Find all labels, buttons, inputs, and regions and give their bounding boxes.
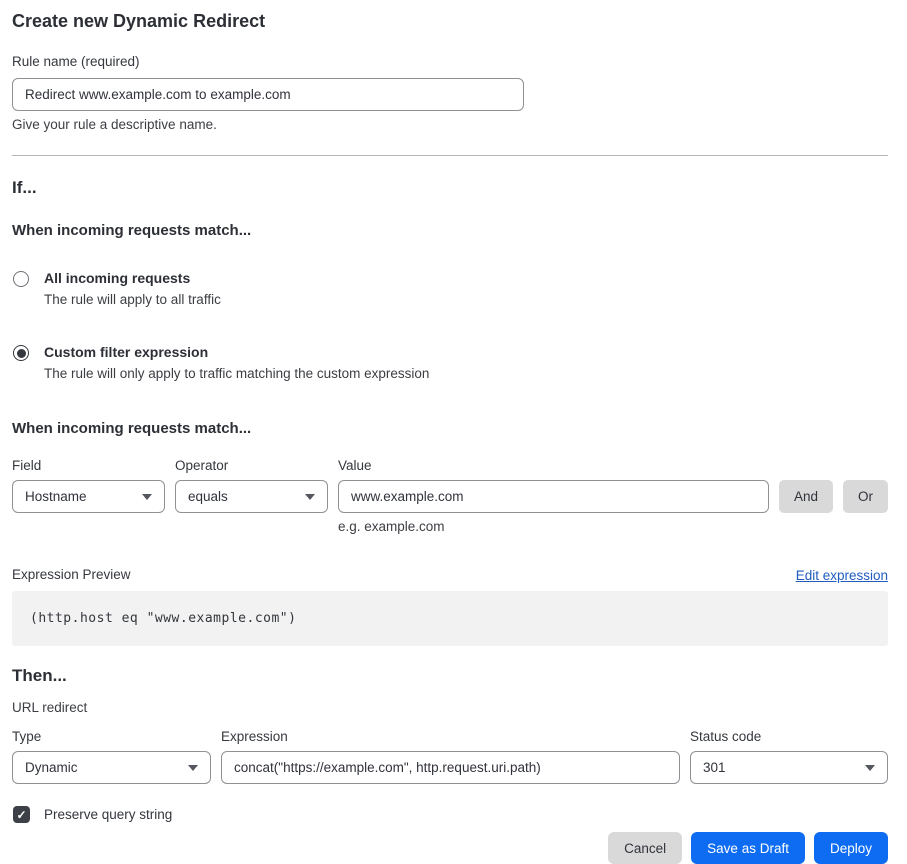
value-label: Value — [338, 458, 769, 474]
radio-option-custom-filter[interactable]: Custom filter expression The rule will o… — [13, 344, 888, 382]
operator-select[interactable]: equals — [175, 480, 328, 513]
field-select-value: Hostname — [25, 489, 87, 504]
caret-down-icon — [188, 765, 198, 771]
preserve-query-label: Preserve query string — [44, 807, 172, 822]
expression-preview-header: Expression Preview Edit expression — [12, 567, 888, 583]
field-select[interactable]: Hostname — [12, 480, 165, 513]
redirect-expression-label: Expression — [221, 729, 680, 745]
section-divider — [12, 155, 888, 156]
rule-name-label: Rule name (required) — [12, 54, 888, 70]
type-label: Type — [12, 729, 211, 745]
field-label: Field — [12, 458, 165, 474]
caret-down-icon — [865, 765, 875, 771]
or-button[interactable]: Or — [843, 480, 888, 513]
expression-preview-label: Expression Preview — [12, 567, 131, 583]
page-title: Create new Dynamic Redirect — [12, 10, 888, 32]
edit-expression-link[interactable]: Edit expression — [796, 568, 888, 583]
and-button[interactable]: And — [779, 480, 833, 513]
radio-icon[interactable] — [13, 345, 29, 361]
then-heading: Then... — [12, 665, 888, 686]
radio-icon[interactable] — [13, 271, 29, 287]
redirect-builder-row: Type Dynamic Expression Status code 301 — [12, 729, 888, 784]
deploy-button[interactable]: Deploy — [814, 832, 888, 864]
value-help: e.g. example.com — [338, 519, 769, 535]
checkbox-checked-icon[interactable]: ✓ — [13, 806, 30, 823]
if-heading: If... — [12, 177, 888, 198]
operator-label: Operator — [175, 458, 328, 474]
create-redirect-form: Create new Dynamic Redirect Rule name (r… — [12, 0, 888, 864]
rule-name-help: Give your rule a descriptive name. — [12, 117, 888, 133]
type-select-value: Dynamic — [25, 760, 78, 775]
save-as-draft-button[interactable]: Save as Draft — [691, 832, 805, 864]
if-match-heading: When incoming requests match... — [12, 222, 888, 240]
redirect-expression-input[interactable] — [221, 751, 680, 784]
radio-option-all-requests[interactable]: All incoming requests The rule will appl… — [13, 270, 888, 308]
status-code-value: 301 — [703, 760, 726, 775]
radio-option-label: Custom filter expression — [44, 344, 429, 361]
caret-down-icon — [142, 494, 152, 500]
status-code-select[interactable]: 301 — [690, 751, 888, 784]
condition-builder-row: Field Hostname Operator equals Value e.g… — [12, 458, 888, 535]
radio-option-label: All incoming requests — [44, 270, 221, 287]
radio-option-description: The rule will only apply to traffic matc… — [44, 365, 429, 382]
value-input[interactable] — [338, 480, 769, 513]
url-redirect-label: URL redirect — [12, 700, 888, 716]
type-select[interactable]: Dynamic — [12, 751, 211, 784]
radio-option-description: The rule will apply to all traffic — [44, 291, 221, 308]
operator-select-value: equals — [188, 489, 228, 504]
rule-name-input[interactable] — [12, 78, 524, 111]
expression-preview-code: (http.host eq "www.example.com") — [30, 611, 296, 626]
form-actions: Cancel Save as Draft Deploy — [12, 832, 888, 864]
filter-match-heading: When incoming requests match... — [12, 420, 888, 438]
expression-preview-box: (http.host eq "www.example.com") — [12, 591, 888, 646]
status-code-label: Status code — [690, 729, 888, 745]
cancel-button[interactable]: Cancel — [608, 832, 682, 864]
caret-down-icon — [305, 494, 315, 500]
preserve-query-row[interactable]: ✓ Preserve query string — [12, 806, 888, 823]
